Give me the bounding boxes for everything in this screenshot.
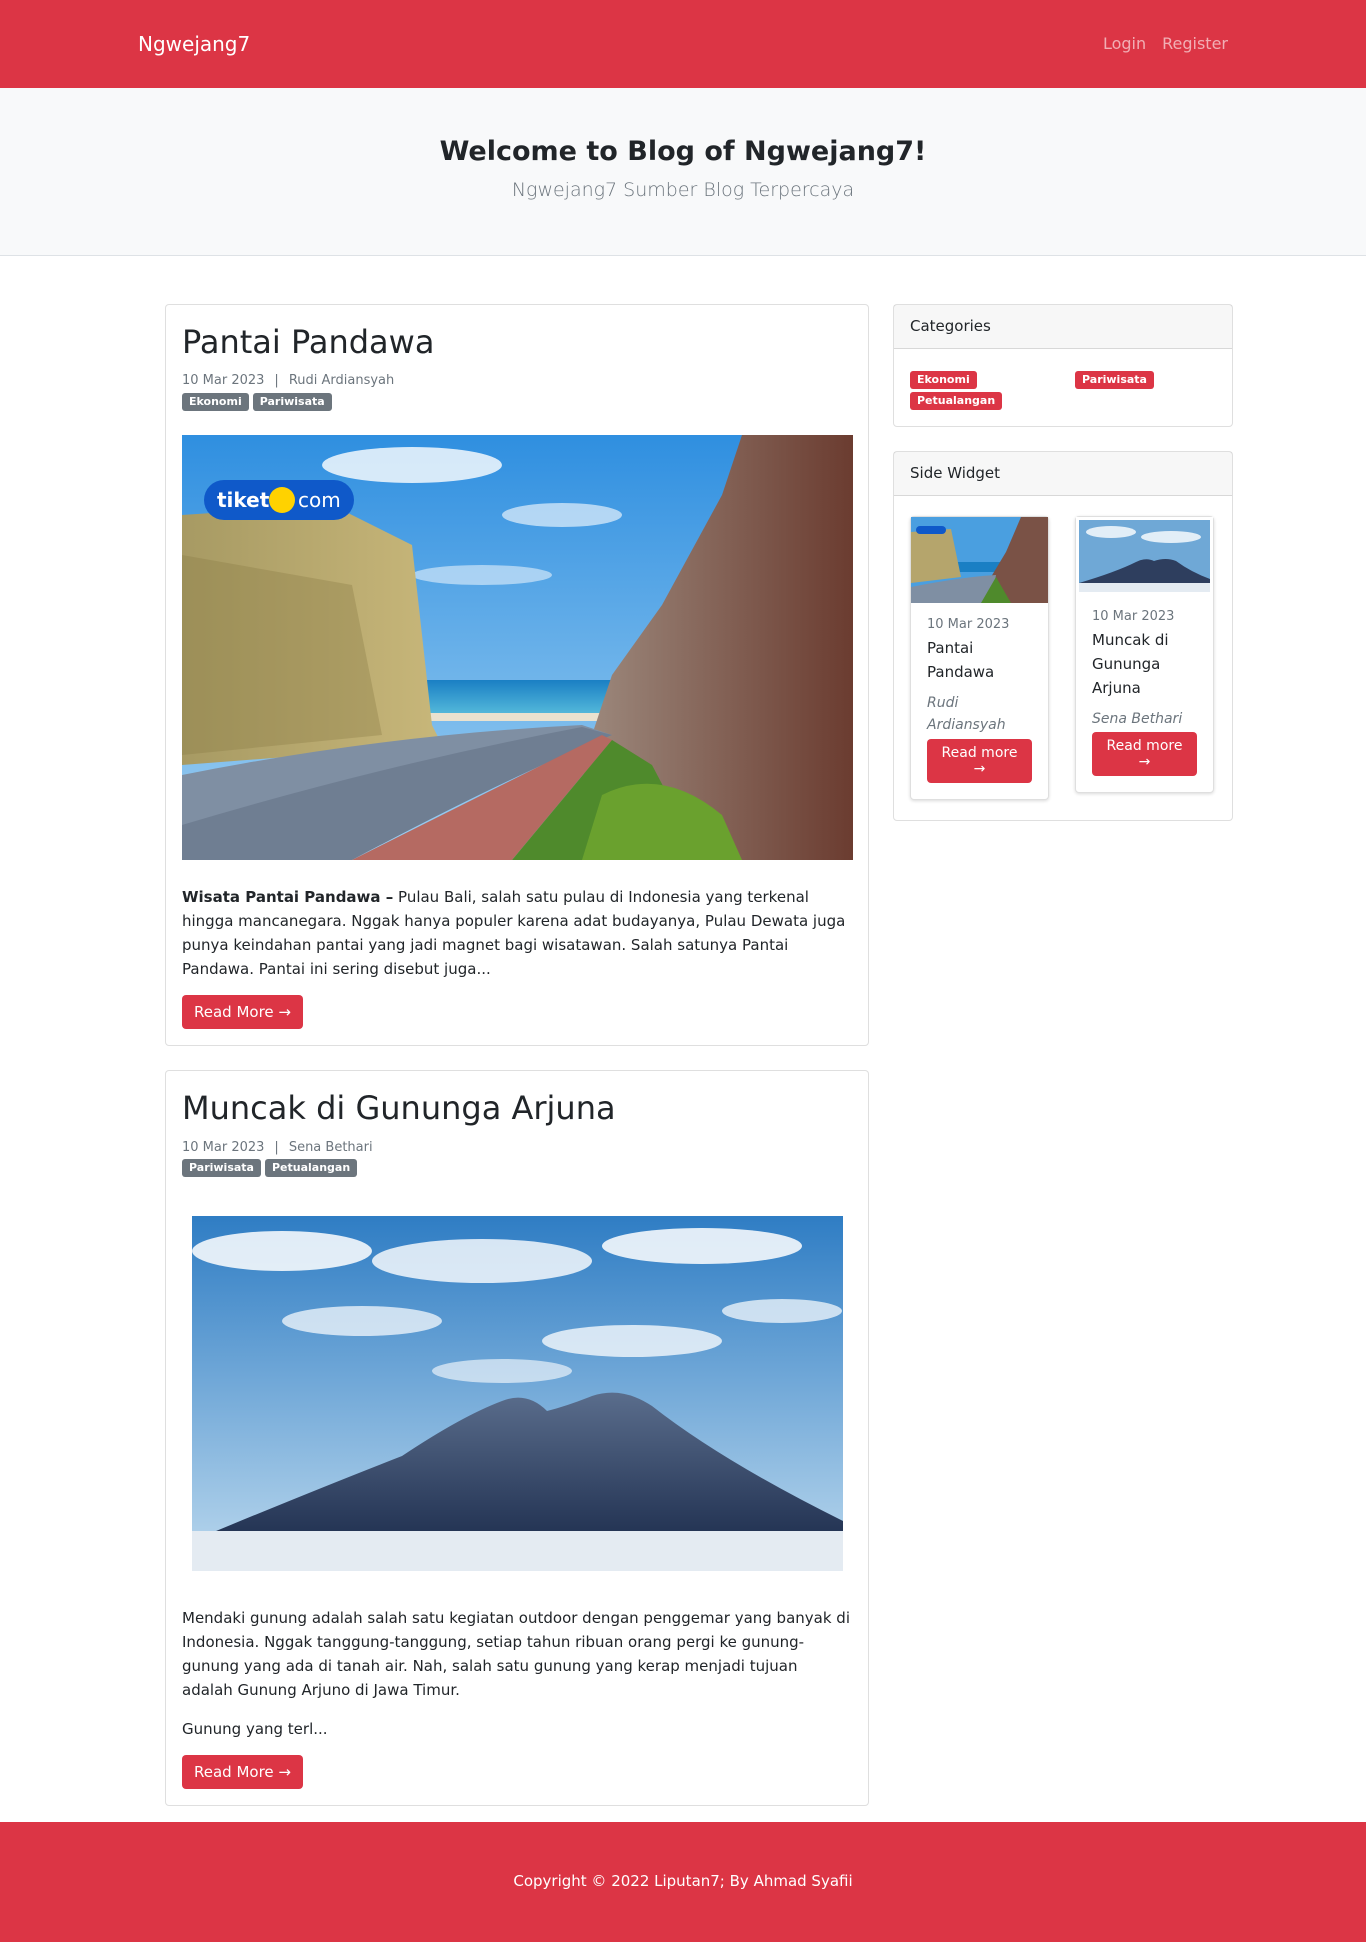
widget-post-card: 10 Mar 2023 Pantai Pandawa Rudi Ardiansy… xyxy=(910,515,1049,800)
tiket-logo-suffix: com xyxy=(298,488,341,512)
nav-links: Login Register xyxy=(1103,32,1228,56)
meta-separator: | xyxy=(274,1139,279,1155)
tag-badge[interactable]: Pariwisata xyxy=(182,1159,261,1178)
post-image-beach: tiket com xyxy=(182,435,853,867)
categories-card: Categories Ekonomi Pariwisata Petualanga… xyxy=(893,304,1233,428)
side-widget-card: Side Widget 10 Mar 2023 Pantai Pandawa R… xyxy=(893,451,1233,821)
excerpt-paragraph: Gunung yang terl... xyxy=(182,1720,328,1739)
widget-list: 10 Mar 2023 Pantai Pandawa Rudi Ardiansy… xyxy=(894,496,1232,820)
page-subtitle: Ngwejang7 Sumber Blog Terpercaya xyxy=(511,179,855,202)
categories-list: Ekonomi Pariwisata Petualangan xyxy=(894,349,1232,427)
post-title[interactable]: Muncak di Gununga Arjuna xyxy=(182,1089,852,1127)
widget-body: 10 Mar 2023 Pantai Pandawa Rudi Ardiansy… xyxy=(911,603,1048,783)
widget-date: 10 Mar 2023 xyxy=(927,616,1010,632)
widget-title: Muncak di Gununga Arjuna xyxy=(1092,631,1169,698)
post-image-mountain xyxy=(182,1201,853,1588)
excerpt-bold: Wisata Pantai Pandawa – xyxy=(182,888,394,907)
post-tags: Ekonomi Pariwisata xyxy=(182,392,852,412)
tag-badge[interactable]: Pariwisata xyxy=(252,392,332,412)
tag-badge[interactable]: Ekonomi xyxy=(182,392,249,412)
widget-read-more-button[interactable]: Read more → xyxy=(927,738,1032,783)
widget-body: 10 Mar 2023 Muncak di Gununga Arjuna Sen… xyxy=(1076,595,1213,777)
category-badge-petualangan[interactable]: Petualangan xyxy=(910,391,1003,411)
login-link[interactable]: Login xyxy=(1103,32,1146,56)
post-author: Sena Bethari xyxy=(288,1139,373,1155)
post-excerpt: Wisata Pantai Pandawa – Pulau Bali, sala… xyxy=(182,885,852,981)
post-excerpt: Mendaki gunung adalah salah satu kegiata… xyxy=(182,1606,852,1741)
content-container: Pantai Pandawa 10 Mar 2023 | Rudi Ardiansy… xyxy=(0,256,1366,1821)
page-header: Welcome to Blog of Ngwejang7! Ngwejang7 … xyxy=(0,88,1366,256)
post-author: Rudi Ardiansyah xyxy=(288,373,395,389)
sidebar: Categories Ekonomi Pariwisata Petualanga… xyxy=(893,304,1233,845)
category-badge-ekonomi[interactable]: Ekonomi xyxy=(910,370,977,389)
read-more-button[interactable]: Read More → xyxy=(182,1755,303,1790)
meta-separator: | xyxy=(274,373,279,389)
post-card: Pantai Pandawa 10 Mar 2023 | Rudi Ardiansy… xyxy=(165,304,869,1047)
side-widget-header: Side Widget xyxy=(894,452,1232,496)
register-link[interactable]: Register xyxy=(1162,32,1228,56)
post-meta: 10 Mar 2023 | Rudi Ardiansyah xyxy=(182,371,852,391)
navbar: Ngwejang7 Login Register xyxy=(0,0,1366,88)
category-badge-pariwisata[interactable]: Pariwisata xyxy=(1075,370,1154,389)
excerpt-paragraph: Mendaki gunung adalah salah satu kegiata… xyxy=(182,1609,850,1700)
widget-author: Rudi Ardiansyah xyxy=(927,695,1006,734)
brand-link[interactable]: Ngwejang7 xyxy=(138,29,250,59)
categories-header: Categories xyxy=(894,305,1232,349)
post-tags: Pariwisata Petualangan xyxy=(182,1159,852,1178)
post-date: 10 Mar 2023 xyxy=(182,1139,265,1155)
widget-read-more-button[interactable]: Read more → xyxy=(1092,732,1197,777)
widget-post-card: 10 Mar 2023 Muncak di Gununga Arjuna Sen… xyxy=(1075,515,1214,794)
tiket-logo-text: tiket xyxy=(217,488,270,512)
tag-badge[interactable]: Petualangan xyxy=(264,1159,358,1178)
widget-date: 10 Mar 2023 xyxy=(1092,608,1175,624)
post-date: 10 Mar 2023 xyxy=(182,373,265,389)
post-meta: 10 Mar 2023 | Sena Bethari xyxy=(182,1138,852,1158)
widget-title: Pantai Pandawa xyxy=(927,639,995,682)
widget-author: Sena Bethari xyxy=(1092,711,1183,728)
read-more-button[interactable]: Read More → xyxy=(182,995,303,1030)
widget-thumbnail-beach xyxy=(911,516,1048,603)
post-card: Muncak di Gununga Arjuna 10 Mar 2023 | Sen… xyxy=(165,1070,869,1807)
footer-copyright: Copyright © 2022 Liputan7; By Ahmad Syaf… xyxy=(513,1872,853,1890)
page-title: Welcome to Blog of Ngwejang7! xyxy=(439,136,927,167)
widget-thumbnail-mountain xyxy=(1076,516,1213,595)
posts-column: Pantai Pandawa 10 Mar 2023 | Rudi Ardiansy… xyxy=(165,304,869,1830)
post-title[interactable]: Pantai Pandawa xyxy=(182,323,852,361)
footer: Copyright © 2022 Liputan7; By Ahmad Syaf… xyxy=(0,1822,1366,1942)
